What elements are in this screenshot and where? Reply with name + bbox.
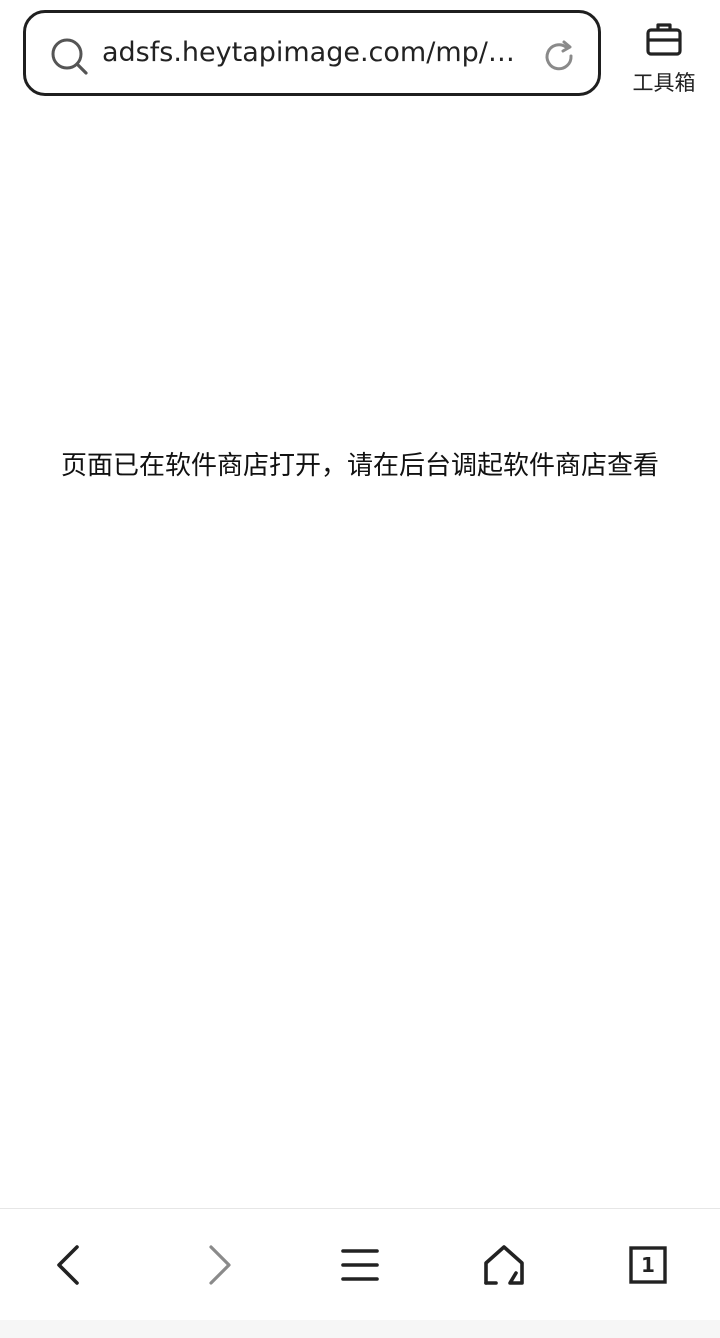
home-icon (484, 1245, 524, 1285)
search-icon (51, 38, 88, 75)
reload-icon[interactable] (542, 39, 578, 75)
toolbox-label: 工具箱 (632, 71, 696, 95)
toolbox-button[interactable]: 工具箱 (622, 14, 706, 100)
bottom-strip (0, 1320, 720, 1338)
bottom-navigation: 1 (0, 1209, 720, 1320)
browser-page: adsfs.heytapimage.com/mp/a… 工具箱 页面已在软件商店… (0, 0, 720, 1338)
menu-button[interactable] (332, 1237, 388, 1293)
status-message: 页面已在软件商店打开，请在后台调起软件商店查看 (60, 451, 659, 481)
forward-button[interactable] (190, 1237, 246, 1293)
home-button[interactable] (476, 1237, 532, 1293)
url-text[interactable]: adsfs.heytapimage.com/mp/a… (102, 13, 522, 93)
tabs-button[interactable]: 1 (620, 1237, 676, 1293)
chevron-right-icon (209, 1245, 231, 1285)
back-button[interactable] (42, 1237, 98, 1293)
chevron-left-icon (57, 1245, 79, 1285)
top-bar: adsfs.heytapimage.com/mp/a… 工具箱 (0, 0, 720, 110)
menu-icon (341, 1249, 379, 1281)
address-bar[interactable]: adsfs.heytapimage.com/mp/a… (23, 10, 601, 96)
briefcase-icon (646, 23, 682, 56)
tabs-count: 1 (641, 1253, 655, 1277)
